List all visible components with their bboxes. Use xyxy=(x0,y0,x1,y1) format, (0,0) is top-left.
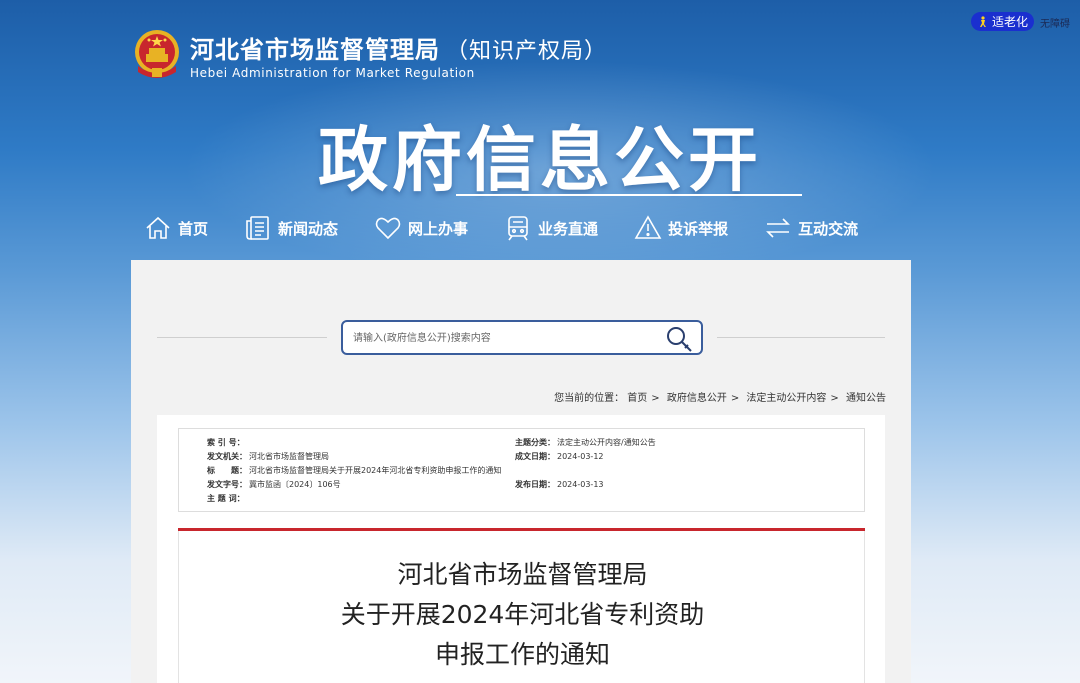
nav-item-home[interactable]: 首页 xyxy=(144,211,208,245)
search-input[interactable] xyxy=(353,328,653,348)
barrier-free-link[interactable]: 无障碍 xyxy=(1040,15,1070,30)
meta-value: 冀市监函〔2024〕106号 xyxy=(249,480,341,489)
meta-index-no: 索 引 号： xyxy=(207,437,247,448)
breadcrumb-sep: > xyxy=(651,393,660,404)
nav-label: 首页 xyxy=(178,219,209,238)
search-divider-left xyxy=(157,337,327,338)
meta-label: 发布日期： xyxy=(515,480,555,489)
nav-item-business[interactable]: 业务直通 xyxy=(504,211,598,245)
nav-item-complaint[interactable]: 投诉举报 xyxy=(634,211,728,245)
meta-label: 主 题 词： xyxy=(207,494,245,503)
meta-value: 2024-03-12 xyxy=(557,452,604,461)
meta-published: 发布日期： 2024-03-13 xyxy=(515,479,604,490)
site-title-main: 河北省市场监督管理局 xyxy=(190,36,440,64)
breadcrumb-statutory[interactable]: 法定主动公开内容 xyxy=(746,393,826,404)
main-panel: 您当前的位置： 首页> 政府信息公开> 法定主动公开内容> 通知公告 索 引 号… xyxy=(131,260,911,683)
search-box xyxy=(341,320,703,355)
main-nav: 首页 新闻动态 网上办事 业务直通 投诉举报 互动交流 xyxy=(144,211,894,245)
meta-value: 法定主动公开内容/通知公告 xyxy=(557,438,656,447)
nav-label: 新闻动态 xyxy=(278,219,339,238)
elder-mode-button[interactable]: 适老化 xyxy=(971,12,1034,31)
meta-created: 成文日期： 2024-03-12 xyxy=(515,451,604,462)
nav-label: 互动交流 xyxy=(798,219,859,238)
nav-label: 业务直通 xyxy=(538,219,599,238)
document-body: 河北省市场监督管理局 关于开展2024年河北省专利资助 申报工作的通知 xyxy=(178,531,865,683)
site-title-sub: （知识产权局） xyxy=(446,39,608,64)
nav-label: 网上办事 xyxy=(408,219,469,238)
nav-label: 投诉举报 xyxy=(668,219,729,238)
search-icon[interactable] xyxy=(665,325,693,353)
document-meta-table: 索 引 号： 发文机关： 河北省市场监督管理局 标 题： 河北省市场监督管理局关于开… xyxy=(178,428,865,512)
warning-icon xyxy=(634,215,662,239)
site-title: 河北省市场监督管理局 （知识产权局） xyxy=(190,30,607,65)
document-title-line: 申报工作的通知 xyxy=(434,640,610,669)
meta-category: 主题分类： 法定主动公开内容/通知公告 xyxy=(515,437,656,448)
content-area: 索 引 号： 发文机关： 河北省市场监督管理局 标 题： 河北省市场监督管理局关于开… xyxy=(157,415,885,683)
document-title-line: 河北省市场监督管理局 xyxy=(397,560,648,589)
banner-underline xyxy=(456,194,802,196)
news-icon xyxy=(246,216,269,240)
breadcrumb-sep: > xyxy=(730,393,740,404)
meta-keywords: 主 题 词： xyxy=(207,493,247,504)
breadcrumb: 您当前的位置： 首页 > 政府信息公开 > 法定主动公开内容 > 通知公告 xyxy=(554,389,886,404)
meta-value: 河北省市场监督管理局关于开展2024年河北省专利资助申报工作的通知 xyxy=(249,466,502,475)
elder-person-icon xyxy=(979,15,986,27)
meta-label: 发文字号： xyxy=(207,480,247,489)
elder-mode-label: 适老化 xyxy=(991,15,1028,29)
nav-item-news[interactable]: 新闻动态 xyxy=(244,211,338,245)
train-icon xyxy=(508,216,528,241)
meta-label: 成文日期： xyxy=(515,452,555,461)
national-emblem-icon xyxy=(135,30,179,78)
meta-label: 主题分类： xyxy=(515,438,555,447)
document-title-line: 关于开展2024年河北省专利资助 xyxy=(340,600,705,629)
site-english-name: Hebei Administration for Market Regulati… xyxy=(190,66,475,80)
nav-item-interaction[interactable]: 互动交流 xyxy=(764,211,858,245)
exchange-icon xyxy=(766,218,791,238)
meta-doc-no: 发文字号： 冀市监函〔2024〕106号 xyxy=(207,479,341,490)
meta-label: 标 题： xyxy=(207,466,247,475)
meta-value: 河北省市场监督管理局 xyxy=(249,452,329,461)
breadcrumb-home[interactable]: 首页 xyxy=(627,393,647,404)
heart-icon xyxy=(375,217,401,240)
breadcrumb-prefix: 您当前的位置： xyxy=(554,393,625,404)
meta-title: 标 题： 河北省市场监督管理局关于开展2024年河北省专利资助申报工作的通知 xyxy=(207,465,501,476)
breadcrumb-gov-info[interactable]: 政府信息公开 xyxy=(667,393,727,404)
meta-label: 索 引 号： xyxy=(207,438,245,447)
search-divider-right xyxy=(717,337,885,338)
nav-item-online-service[interactable]: 网上办事 xyxy=(374,211,468,245)
meta-label: 发文机关： xyxy=(207,452,247,461)
meta-value: 2024-03-13 xyxy=(557,480,604,489)
breadcrumb-sep: > xyxy=(830,393,839,404)
meta-issuer: 发文机关： 河北省市场监督管理局 xyxy=(207,451,329,462)
banner-title: 政府信息公开 xyxy=(318,119,762,201)
breadcrumb-notice[interactable]: 通知公告 xyxy=(846,393,886,404)
home-icon xyxy=(146,216,170,239)
